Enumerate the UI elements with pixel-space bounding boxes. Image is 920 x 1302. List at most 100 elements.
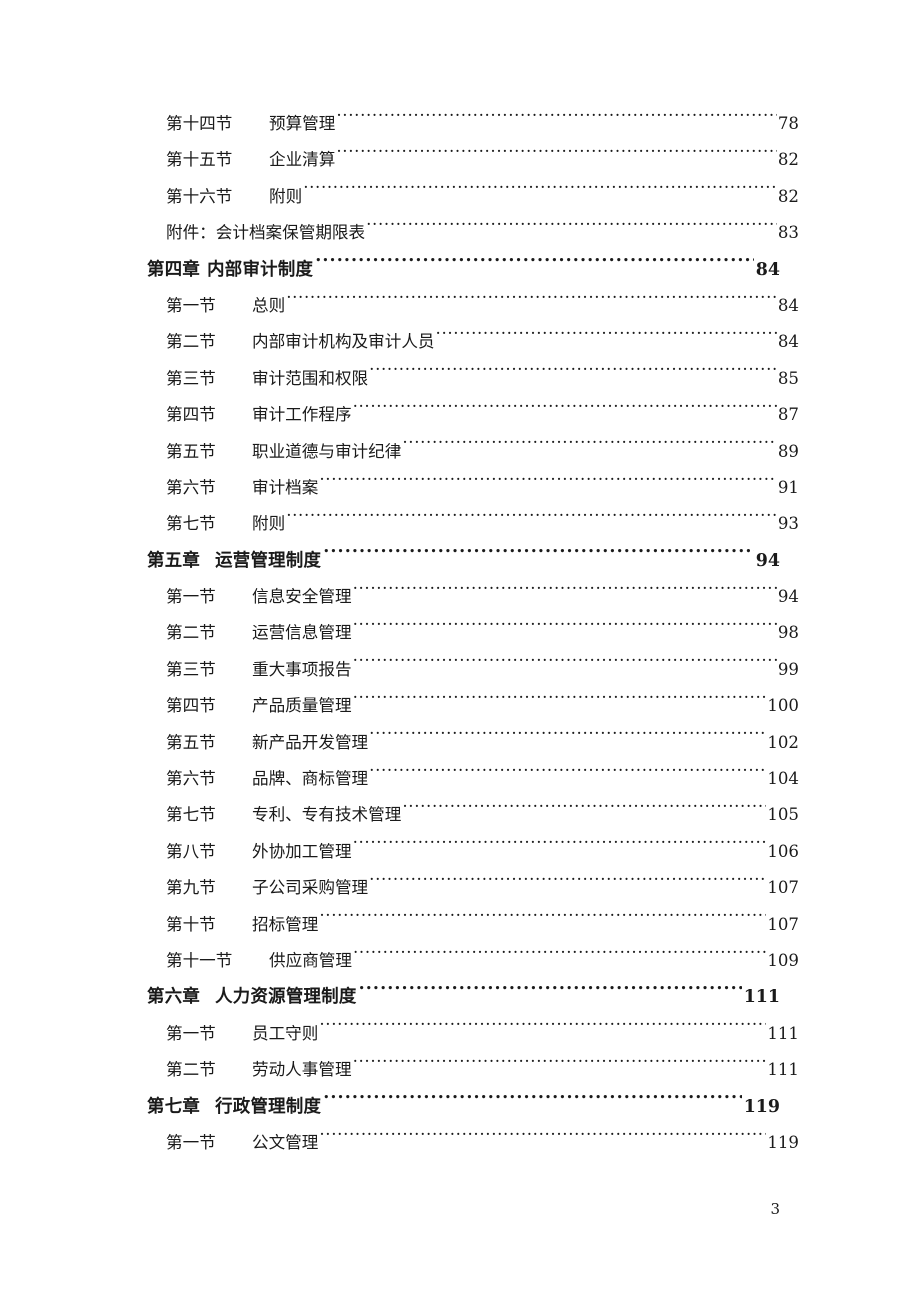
toc-entry-section[interactable]: 第五节 新产品开发管理 102 — [147, 725, 799, 761]
toc-entry-title: 行政管理制度 — [215, 1096, 322, 1117]
toc-entry-label: 第五章 — [147, 550, 201, 571]
toc-entry-section[interactable]: 第五节 职业道德与审计纪律 89 — [147, 434, 799, 470]
toc-entry-section[interactable]: 第一节 总则 84 — [147, 288, 799, 324]
toc-entry-label: 第十节 — [166, 914, 216, 934]
toc-entry-section[interactable]: 第十五节 企业清算 82 — [147, 142, 799, 178]
toc-entry-page-number: 91 — [777, 477, 799, 497]
toc-entry-section[interactable]: 第四节 产品质量管理 100 — [147, 688, 799, 724]
toc-entry-section[interactable]: 第十一节 供应商管理 109 — [147, 943, 799, 979]
toc-entry-section[interactable]: 第三节 审计范围和权限 85 — [147, 361, 799, 397]
toc-entry-section[interactable]: 第十六节 附则 82 — [147, 179, 799, 215]
toc-entry-title: 运营管理制度 — [215, 550, 322, 571]
toc-entry-section[interactable]: 第一节 员工守则 111 — [147, 1016, 799, 1052]
toc-entry-page-number: 119 — [767, 1132, 799, 1152]
toc-entry-label: 第二节 — [166, 332, 216, 352]
toc-entry-label: 第二节 — [166, 1060, 216, 1080]
toc-entry-page-number: 111 — [767, 1023, 799, 1043]
toc-entry-title: 招标管理 — [252, 914, 319, 934]
toc-entry-page-number: 78 — [777, 114, 799, 133]
toc-dot-leader — [336, 149, 777, 166]
toc-entry-section[interactable]: 第二节 劳动人事管理 111 — [147, 1052, 799, 1088]
toc-entry-title: 附件：会计档案保管期限表 — [166, 223, 366, 243]
toc-entry-label: 第一节 — [166, 1023, 216, 1043]
toc-entry-section[interactable]: 第二节 内部审计机构及审计人员 84 — [147, 324, 799, 360]
toc-dot-leader — [359, 985, 742, 1002]
toc-entry-section[interactable]: 第九节 子公司采购管理 107 — [147, 870, 799, 906]
toc-entry-page-number: 84 — [777, 295, 799, 315]
toc-entry-label: 第四章 — [147, 259, 201, 280]
toc-dot-leader — [369, 767, 766, 784]
toc-entry-section[interactable]: 第六节 品牌、商标管理 104 — [147, 761, 799, 797]
toc-entry-title: 企业清算 — [269, 150, 336, 170]
toc-entry-title: 产品质量管理 — [252, 696, 352, 716]
toc-entry-title: 预算管理 — [269, 114, 336, 133]
toc-entry-title: 附则 — [269, 186, 303, 206]
toc-entry-title: 子公司采购管理 — [252, 878, 369, 898]
toc-dot-leader — [353, 585, 777, 602]
toc-entry-section[interactable]: 第一节 公文管理 119 — [147, 1125, 799, 1161]
toc-entry-label: 第十一节 — [166, 950, 233, 970]
toc-dot-leader — [319, 476, 777, 493]
toc-entry-label: 第一节 — [166, 1132, 216, 1152]
toc-entry-section[interactable]: 第三节 重大事项报告 99 — [147, 652, 799, 688]
toc-entry-title: 公文管理 — [252, 1132, 319, 1152]
toc-entry-label: 第二节 — [166, 623, 216, 643]
toc-entry-label: 第六节 — [166, 769, 216, 789]
toc-dot-leader — [323, 548, 754, 565]
toc-entry-page-number: 84 — [777, 332, 799, 352]
toc-entry-chapter[interactable]: 第六章人力资源管理制度 111 — [147, 979, 780, 1015]
toc-entry-title: 新产品开发管理 — [252, 732, 369, 752]
toc-entry-section[interactable]: 第七节 附则 93 — [147, 506, 799, 542]
toc-entry-page-number: 93 — [777, 514, 799, 534]
toc-dot-leader — [353, 404, 777, 421]
toc-entry-title: 人力资源管理制度 — [215, 987, 357, 1008]
toc-entry-page-number: 105 — [767, 805, 799, 825]
toc-dot-leader — [366, 222, 777, 239]
toc-entry-page-number: 98 — [777, 623, 799, 643]
toc-dot-leader — [336, 112, 777, 129]
toc-dot-leader — [319, 1022, 766, 1039]
toc-entry-page-number: 109 — [767, 950, 799, 970]
toc-entry-title: 附则 — [252, 514, 286, 534]
toc-entry-page-number: 100 — [767, 696, 799, 716]
toc-entry-page-number: 94 — [777, 587, 799, 607]
toc-entry-plain[interactable]: 附件：会计档案保管期限表 83 — [147, 215, 799, 251]
toc-dot-leader — [319, 1131, 766, 1148]
toc-entry-label: 第十四节 — [166, 114, 233, 133]
toc-entry-label: 第十五节 — [166, 150, 233, 170]
toc-entry-title: 运营信息管理 — [252, 623, 352, 643]
toc-dot-leader — [323, 1094, 741, 1111]
toc-entry-title: 审计档案 — [252, 477, 319, 497]
toc-entry-section[interactable]: 第七节 专利、专有技术管理 105 — [147, 797, 799, 833]
toc-entry-section[interactable]: 第二节 运营信息管理 98 — [147, 615, 799, 651]
toc-dot-leader — [436, 331, 777, 348]
toc-dot-leader — [353, 622, 777, 639]
toc-entry-page-number: 82 — [777, 150, 799, 170]
table-of-contents: 第十四节预算管理78第十五节企业清算82第十六节附则82附件：会计档案保管期限表… — [147, 106, 799, 1161]
toc-entry-title: 品牌、商标管理 — [252, 769, 369, 789]
toc-entry-section[interactable]: 第八节 外协加工管理 106 — [147, 834, 799, 870]
toc-entry-label: 第五节 — [166, 441, 216, 461]
toc-entry-section[interactable]: 第一节 信息安全管理 94 — [147, 579, 799, 615]
toc-entry-title: 总则 — [252, 295, 286, 315]
toc-entry-section[interactable]: 第十节 招标管理 107 — [147, 907, 799, 943]
toc-dot-leader — [353, 949, 766, 966]
toc-entry-chapter[interactable]: 第七章行政管理制度 119 — [147, 1089, 780, 1125]
toc-entry-page-number: 83 — [777, 223, 799, 243]
toc-dot-leader — [369, 877, 766, 894]
toc-entry-title: 审计范围和权限 — [252, 368, 369, 388]
toc-dot-leader — [319, 913, 766, 930]
toc-entry-chapter[interactable]: 第五章运营管理制度 94 — [147, 543, 780, 579]
toc-dot-leader — [353, 840, 767, 857]
toc-entry-section[interactable]: 第四节 审计工作程序 87 — [147, 397, 799, 433]
toc-entry-title: 员工守则 — [252, 1023, 319, 1043]
toc-dot-leader — [286, 513, 777, 530]
toc-entry-section[interactable]: 第十四节 预算管理 78 — [147, 106, 799, 142]
toc-entry-chapter[interactable]: 第四章内部审计制度 84 — [147, 252, 780, 288]
toc-entry-page-number: 87 — [777, 405, 799, 425]
toc-entry-title: 重大事项报告 — [252, 659, 352, 679]
toc-entry-page-number: 94 — [755, 550, 780, 571]
toc-entry-title: 信息安全管理 — [252, 587, 352, 607]
toc-entry-section[interactable]: 第六节 审计档案 91 — [147, 470, 799, 506]
toc-entry-label: 第三节 — [166, 368, 216, 388]
